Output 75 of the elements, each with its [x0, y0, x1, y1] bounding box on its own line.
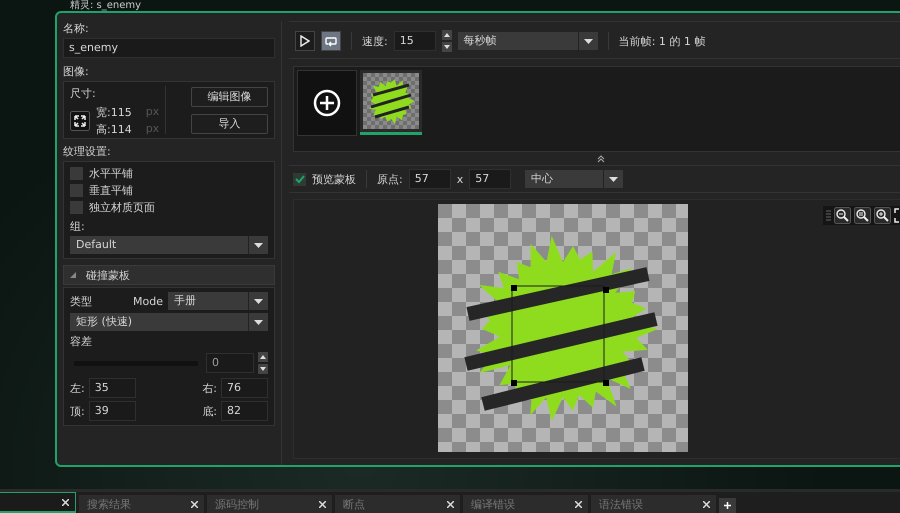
bound-field[interactable]: 76 [221, 378, 268, 398]
group-label: 组: [70, 219, 86, 234]
unit-label: px [146, 122, 160, 137]
speed-unit-dropdown[interactable]: 每秒帧 [458, 32, 598, 50]
checkbox[interactable] [70, 184, 83, 197]
frame-info: 当前帧: 1 的 1 帧 [618, 34, 706, 48]
origin-x-field[interactable]: 57 [408, 169, 451, 189]
name-label: 名称: [63, 21, 90, 36]
zoom-out-icon[interactable] [834, 207, 851, 224]
collapse-icon[interactable] [597, 155, 605, 163]
edit-image-button[interactable]: 编辑图像 [191, 86, 268, 106]
tolerance-field[interactable]: 0 [206, 353, 254, 373]
speed-field[interactable]: 15 [394, 31, 436, 51]
caret-icon [584, 38, 593, 44]
checkbox-label: 垂直平铺 [89, 183, 133, 198]
bound-field[interactable]: 39 [88, 401, 136, 421]
loop-button[interactable] [321, 31, 341, 51]
origin-y-field[interactable]: 57 [469, 169, 512, 189]
bound-label: 底: [202, 404, 217, 418]
checkbox-label: 水平平铺 [89, 166, 133, 181]
speed-label: 速度: [362, 34, 388, 48]
spinner-icon[interactable] [258, 352, 268, 374]
texture-settings-label: 纹理设置: [63, 144, 112, 159]
play-icon [300, 35, 310, 47]
frame-thumbnail[interactable] [360, 70, 422, 135]
output-tab[interactable] [0, 492, 76, 513]
caret-icon [254, 320, 263, 324]
preview-mask-label: 预览蒙板 [312, 172, 356, 186]
window-title: 精灵: s_enemy [70, 0, 142, 11]
group-dropdown[interactable]: Default [70, 236, 268, 254]
grip-icon[interactable] [826, 208, 831, 222]
collision-header[interactable]: 碰撞蒙板 [63, 265, 275, 285]
collision-title: 碰撞蒙板 [86, 268, 130, 282]
bound-label: 右: [202, 380, 217, 396]
close-icon[interactable] [62, 498, 69, 506]
bound-field[interactable]: 35 [88, 378, 136, 398]
shape-dropdown[interactable]: 矩形 (快速) [70, 313, 268, 331]
tolerance-label: 容差 [70, 334, 93, 349]
close-icon[interactable] [319, 500, 326, 508]
bound-field[interactable]: 82 [221, 401, 268, 421]
checkbox[interactable] [70, 167, 83, 180]
origin-dropdown[interactable]: 中心 [525, 170, 624, 188]
resize-icon[interactable] [70, 111, 90, 131]
mode-dropdown[interactable]: 手册 [168, 292, 268, 310]
dimension-value: 高:114 [96, 122, 132, 137]
image-label: 图像: [63, 64, 90, 79]
caret-icon [609, 176, 618, 182]
play-button[interactable] [295, 31, 315, 51]
caret-icon [254, 298, 263, 304]
close-icon[interactable] [575, 500, 582, 508]
unit-label: px [146, 105, 160, 120]
zoom-reset-icon[interactable] [854, 207, 871, 224]
spinner-icon[interactable] [442, 30, 452, 52]
plus-circle-icon [313, 89, 341, 117]
import-button[interactable]: 导入 [191, 114, 268, 134]
zoom-in-icon[interactable] [874, 207, 891, 224]
separator-label: x [456, 172, 464, 186]
add-tab-icon[interactable] [719, 498, 736, 513]
origin-label: 原点: [377, 172, 403, 186]
mode-label: Mode [133, 294, 163, 308]
loop-icon [325, 36, 337, 46]
bound-label: 左: [70, 380, 85, 396]
checkbox[interactable] [293, 172, 306, 186]
size-label: 尺寸: [70, 86, 97, 101]
close-icon[interactable] [703, 500, 710, 508]
add-frame-button[interactable] [297, 70, 357, 136]
checkbox[interactable] [70, 201, 83, 214]
dimension-value: 宽:115 [96, 105, 132, 120]
checkbox-label: 独立材质页面 [89, 200, 155, 215]
bound-label: 顶: [70, 404, 85, 418]
close-icon[interactable] [191, 500, 198, 508]
type-label: 类型 [70, 294, 92, 308]
name-field[interactable]: s_enemy [63, 38, 275, 58]
caret-icon [254, 242, 263, 248]
close-icon[interactable] [447, 500, 454, 508]
